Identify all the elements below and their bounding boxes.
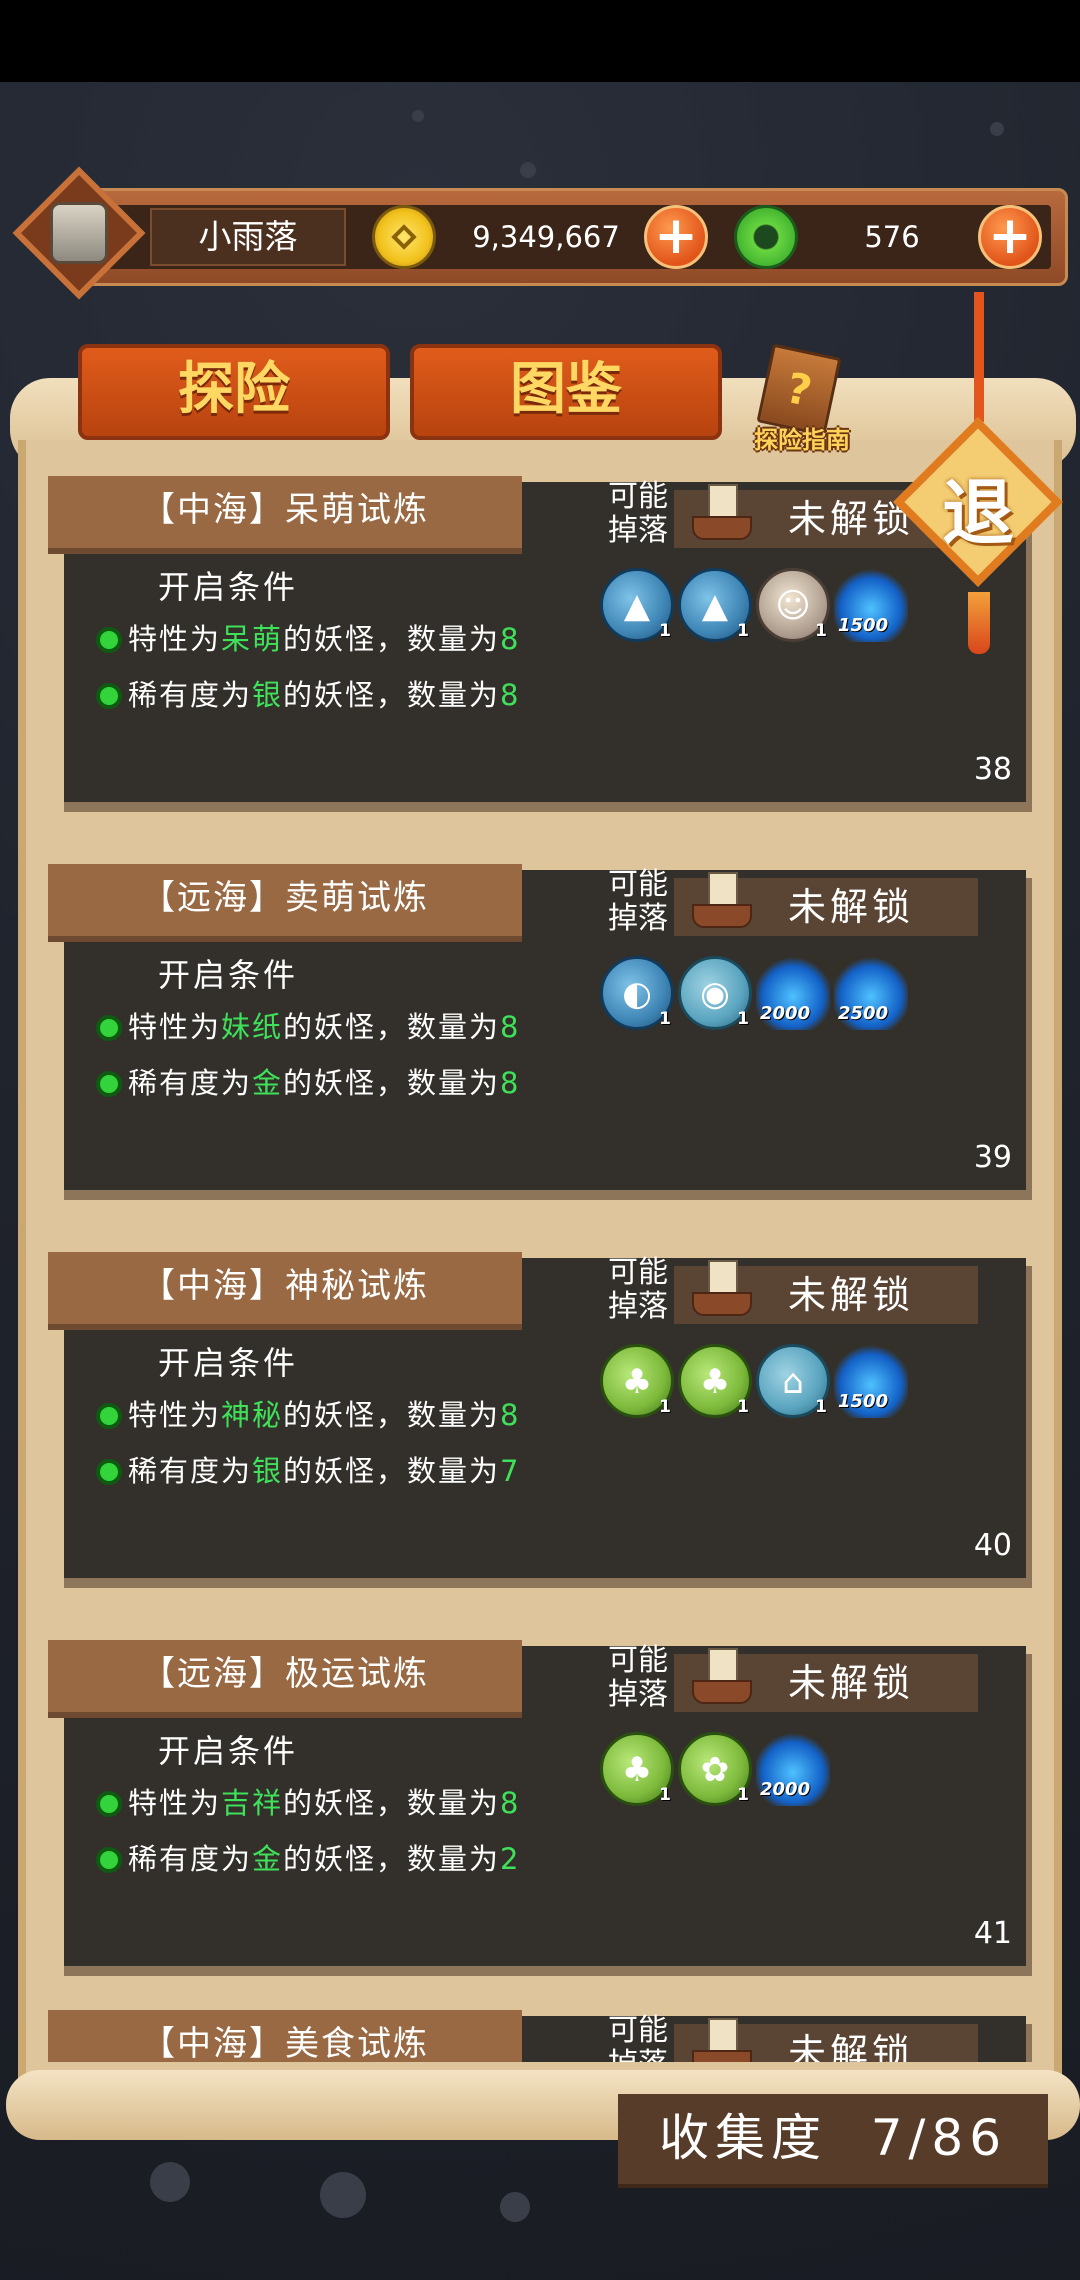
trial-title: 【中海】美食试炼 [48,2010,522,2062]
trial-title: 【远海】极运试炼 [48,1640,522,1712]
bullet-icon [96,1071,122,1097]
blue-shell-icon[interactable]: ◐ 1 [600,956,674,1030]
coin-amount: 9,349,667 [472,220,620,254]
guide-button[interactable]: ? 探险指南 [742,343,862,462]
trial-number: 41 [973,1916,1012,1951]
blue-flame-icon[interactable]: 2000 [756,1732,830,1806]
condition-rarity: 稀有度为金的妖怪，数量为8 [96,1060,521,1102]
tab-catalog[interactable]: 图鉴 [410,344,722,440]
doll-icon[interactable]: ☺ 1 [756,568,830,642]
bullet-icon [96,683,122,709]
drop-label: 可能掉落 [608,867,668,936]
trial-title: 【中海】神秘试炼 [48,1252,522,1324]
drop-label: 可能掉落 [608,1255,668,1324]
trial-card[interactable]: 【中海】美食试炼 可能掉落 未解锁 [48,2010,1038,2062]
bullet-icon [96,1459,122,1485]
ship-chest-icon [690,2014,754,2062]
trial-card[interactable]: 【远海】极运试炼 可能掉落 未解锁 开启条件 特性为吉祥的妖怪，数量为8 稀有度… [48,1640,1038,1984]
blue-flame-icon[interactable]: 2500 [834,956,908,1030]
jade-icon [734,205,798,269]
status-bar [0,0,1080,82]
trial-card[interactable]: 【中海】神秘试炼 可能掉落 未解锁 开启条件 特性为神秘的妖怪，数量为8 稀有度… [48,1252,1038,1596]
conditions-heading: 开启条件 [158,568,299,606]
drop-label: 可能掉落 [608,1643,668,1712]
ship-chest-icon [690,1644,754,1708]
condition-trait: 特性为神秘的妖怪，数量为8 [96,1392,521,1434]
trial-title: 【远海】卖萌试炼 [48,864,522,936]
jade-amount: 576 [864,220,920,254]
clover-icon[interactable]: ♣ 1 [600,1344,674,1418]
clover-icon[interactable]: ♣ 1 [600,1732,674,1806]
bullet-icon [96,627,122,653]
conditions-heading: 开启条件 [158,1732,299,1770]
bullet-icon [96,1847,122,1873]
trial-number: 40 [973,1528,1012,1563]
drop-label: 可能掉落 [608,2013,668,2063]
condition-trait: 特性为妹纸的妖怪，数量为8 [96,1004,521,1046]
collection-progress: 收集度 7/86 [618,2094,1048,2184]
bullet-icon [96,1015,122,1041]
condition-trait: 特性为吉祥的妖怪，数量为8 [96,1780,521,1822]
bullet-icon [96,1791,122,1817]
trial-title: 【中海】呆萌试炼 [48,476,522,548]
exit-button[interactable]: 退 [878,292,1078,654]
condition-trait: 特性为呆萌的妖怪，数量为8 [96,616,521,658]
trial-card[interactable]: 【远海】卖萌试炼 可能掉落 未解锁 开启条件 特性为妹纸的妖怪，数量为8 稀有度… [48,864,1038,1208]
blue-flame-icon[interactable]: 1500 [834,1344,908,1418]
tassel-icon [968,592,990,654]
condition-rarity: 稀有度为银的妖怪，数量为8 [96,672,521,714]
robot-portrait-icon [50,202,108,264]
teal-orb-icon[interactable]: ◉ 1 [678,956,752,1030]
drop-label: 可能掉落 [608,479,668,548]
trial-number: 38 [973,752,1012,787]
blue-flame-icon[interactable]: 2000 [756,956,830,1030]
add-coins-button[interactable]: + [644,205,708,269]
blue-shell-icon[interactable]: ▲ 1 [600,568,674,642]
conditions-heading: 开启条件 [158,1344,299,1382]
bullet-icon [96,1403,122,1429]
conditions-heading: 开启条件 [158,956,299,994]
blue-shell-icon[interactable]: ▲ 1 [678,568,752,642]
add-jade-button[interactable]: + [978,205,1042,269]
house-icon[interactable]: ⌂ 1 [756,1344,830,1418]
ship-chest-icon [690,868,754,932]
gold-coin-icon [372,205,436,269]
ship-chest-icon [690,1256,754,1320]
player-avatar[interactable] [12,166,146,300]
clover-icon[interactable]: ♣ 1 [678,1344,752,1418]
clover-icon[interactable]: ✿ 1 [678,1732,752,1806]
player-name: 小雨落 [150,208,346,266]
trial-number: 39 [973,1140,1012,1175]
ship-chest-icon [690,480,754,544]
condition-rarity: 稀有度为银的妖怪，数量为7 [96,1448,521,1490]
condition-rarity: 稀有度为金的妖怪，数量为2 [96,1836,521,1878]
trial-list[interactable]: 【中海】呆萌试炼 可能掉落 未解锁 开启条件 特性为呆萌的妖怪，数量为8 稀有度… [18,470,1062,2062]
tab-explore[interactable]: 探险 [78,344,390,440]
